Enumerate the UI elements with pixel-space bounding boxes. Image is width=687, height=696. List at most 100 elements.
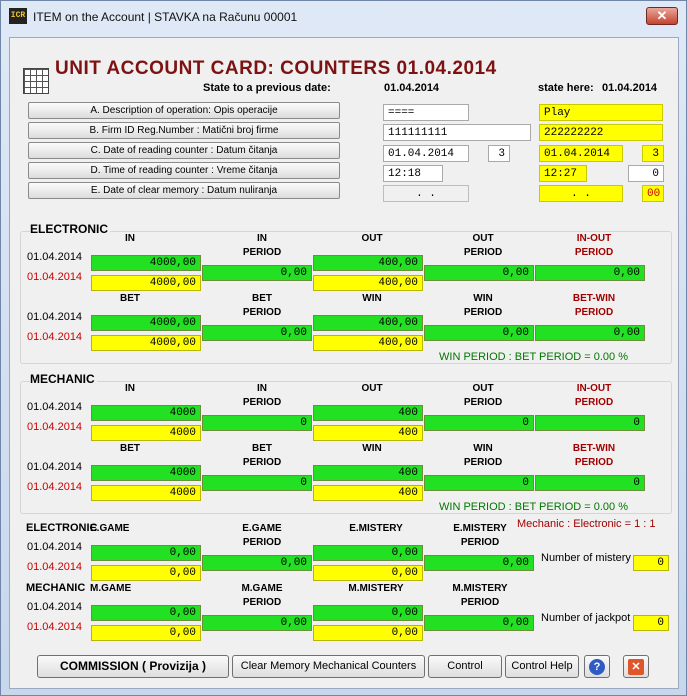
row-date-prev: 01.04.2014 — [27, 251, 83, 263]
e-bet-prev: 4000,00 — [91, 315, 201, 331]
e-win-here: 400,00 — [313, 335, 423, 351]
header-win-period: WIN PERIOD — [463, 443, 503, 468]
e-mistery-period: 0,00 — [424, 555, 534, 571]
reading-date-here-field[interactable]: 01.04.2014 — [539, 145, 623, 162]
e-out-here: 400,00 — [313, 275, 423, 291]
header-m-mistery: M.MISTERY — [348, 583, 404, 594]
close-icon: ✕ — [656, 8, 668, 23]
e-in-prev: 4000,00 — [91, 255, 201, 271]
header-out: OUT — [361, 383, 383, 394]
control-help-button[interactable]: Control Help — [505, 655, 579, 678]
here-state-label: state here: — [538, 82, 594, 94]
row-date-here: 01.04.2014 — [27, 331, 83, 343]
row-date-here: 01.04.2014 — [27, 561, 83, 573]
row-date-prev: 01.04.2014 — [27, 601, 83, 613]
control-button[interactable]: Control — [428, 655, 502, 678]
firm-id-prev-field[interactable]: 111111111 — [383, 124, 531, 141]
header-e-game: E.GAME — [90, 523, 130, 534]
header-in-out-period: IN-OUT PERIOD — [574, 383, 614, 408]
row-date-here: 01.04.2014 — [27, 481, 83, 493]
m-bet-here: 4000 — [91, 485, 201, 501]
e-win-bet-ratio: WIN PERIOD : BET PERIOD = 0.00 % — [439, 351, 628, 363]
header-in-period: IN PERIOD — [242, 383, 282, 408]
m-game-period: 0,00 — [202, 615, 312, 631]
header-bet-period: BET PERIOD — [242, 443, 282, 468]
e-in-period: 0,00 — [202, 265, 312, 281]
clear-memory-here-count[interactable]: 00 — [642, 185, 664, 202]
header-bet-win-period: BET-WIN PERIOD — [572, 293, 616, 318]
prev-state-label: State to a previous date: — [203, 82, 331, 94]
row-date-prev: 01.04.2014 — [27, 541, 83, 553]
card-reader-icon: ICR — [9, 8, 27, 24]
header-bet-win-period: BET-WIN PERIOD — [572, 443, 616, 468]
help-button[interactable]: ? — [584, 655, 610, 678]
m-out-period: 0 — [424, 415, 534, 431]
m-game-here: 0,00 — [91, 625, 201, 641]
row-date-prev: 01.04.2014 — [27, 311, 83, 323]
reading-date-prev-field[interactable]: 01.04.2014 — [383, 145, 469, 162]
m-out-prev: 400 — [313, 405, 423, 421]
header-e-game-period: E.GAME PERIOD — [242, 523, 282, 548]
e-out-period: 0,00 — [424, 265, 534, 281]
header-win: WIN — [362, 443, 382, 454]
clear-memory-here-field[interactable]: . . — [539, 185, 623, 202]
description-button[interactable]: A. Description of operation: Opis operac… — [28, 102, 340, 119]
reading-date-prev-count[interactable]: 3 — [488, 145, 510, 162]
clear-memory-prev-field[interactable]: . . — [383, 185, 469, 202]
reading-time-here-count[interactable]: 0 — [628, 165, 664, 182]
header-in-period: IN PERIOD — [242, 233, 282, 258]
card-table-icon — [23, 68, 49, 94]
mistery-count-value: 0 — [633, 555, 669, 571]
header-win-period: WIN PERIOD — [463, 293, 503, 318]
firm-id-button[interactable]: B. Firm ID Reg.Number : Matični broj fir… — [28, 122, 340, 139]
description-prev-field[interactable]: ==== — [383, 104, 469, 121]
firm-id-here-field[interactable]: 222222222 — [539, 124, 663, 141]
jackpot-count-value: 0 — [633, 615, 669, 631]
e-win-prev: 400,00 — [313, 315, 423, 331]
reading-time-button[interactable]: D. Time of reading counter : Vreme čitan… — [28, 162, 340, 179]
m-win-here: 400 — [313, 485, 423, 501]
e-bet-period: 0,00 — [202, 325, 312, 341]
header-bet-period: BET PERIOD — [242, 293, 282, 318]
reading-date-here-count[interactable]: 3 — [642, 145, 664, 162]
m-in-prev: 4000 — [91, 405, 201, 421]
reading-time-here-field[interactable]: 12:27 — [539, 165, 587, 182]
m-win-bet-ratio: WIN PERIOD : BET PERIOD = 0.00 % — [439, 501, 628, 513]
header-bet: BET — [120, 293, 140, 304]
title-bar[interactable]: ICR ITEM on the Account | STAVKA na Raču… — [1, 1, 686, 31]
header-e-mistery-period: E.MISTERY PERIOD — [453, 523, 507, 548]
e-game-here: 0,00 — [91, 565, 201, 581]
e-out-prev: 400,00 — [313, 255, 423, 271]
client-area: UNIT ACCOUNT CARD: COUNTERS 01.04.2014 S… — [9, 37, 679, 689]
header-m-mistery-period: M.MISTERY PERIOD — [452, 583, 508, 608]
header-out-period: OUT PERIOD — [463, 233, 503, 258]
games-electronic-label: ELECTRONIC — [26, 522, 100, 534]
help-icon: ? — [589, 659, 605, 675]
header-out: OUT — [361, 233, 383, 244]
mistery-count-label: Number of mistery — [541, 552, 631, 564]
reading-date-button[interactable]: C. Date of reading counter : Datum čitan… — [28, 142, 340, 159]
here-state-date: 01.04.2014 — [602, 82, 658, 94]
e-mistery-here: 0,00 — [313, 565, 423, 581]
row-date-prev: 01.04.2014 — [27, 461, 83, 473]
m-win-period: 0 — [424, 475, 534, 491]
row-date-prev: 01.04.2014 — [27, 401, 83, 413]
exit-button[interactable]: ✕ — [623, 655, 649, 678]
reading-time-prev-field[interactable]: 12:18 — [383, 165, 443, 182]
prev-state-date: 01.04.2014 — [384, 82, 440, 94]
header-win: WIN — [362, 293, 382, 304]
m-mistery-prev: 0,00 — [313, 605, 423, 621]
description-here-field[interactable]: Play — [539, 104, 663, 121]
clear-memory-date-button[interactable]: E. Date of clear memory : Datum nuliranj… — [28, 182, 340, 199]
header-bet: BET — [120, 443, 140, 454]
e-mistery-prev: 0,00 — [313, 545, 423, 561]
exit-icon: ✕ — [628, 659, 644, 675]
m-win-prev: 400 — [313, 465, 423, 481]
m-mistery-period: 0,00 — [424, 615, 534, 631]
m-mistery-here: 0,00 — [313, 625, 423, 641]
e-win-period: 0,00 — [424, 325, 534, 341]
header-out-period: OUT PERIOD — [463, 383, 503, 408]
commission-button[interactable]: COMMISSION ( Provizija ) — [37, 655, 229, 678]
clear-memory-button[interactable]: Clear Memory Mechanical Counters — [232, 655, 425, 678]
close-button[interactable]: ✕ — [646, 7, 678, 25]
